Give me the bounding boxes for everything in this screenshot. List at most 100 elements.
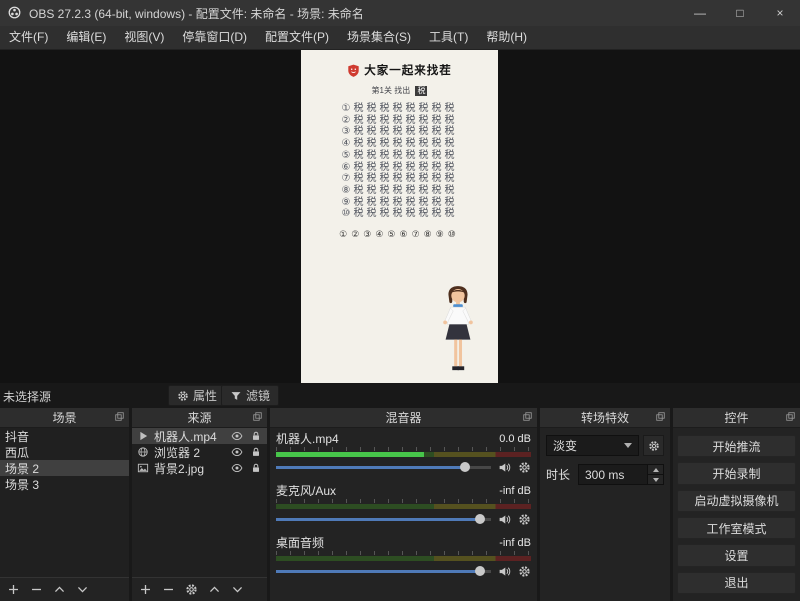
speaker-mute-icon[interactable] [498,565,511,578]
channel-name: 麦克风/Aux [276,482,336,499]
grid-row: ⑩税税税税税税税税 [301,208,498,220]
menu-bar: 文件(F) 编辑(E) 视图(V) 停靠窗口(D) 配置文件(P) 场景集合(S… [0,26,800,50]
source-filters-button[interactable]: 滤镜 [221,385,279,406]
scene-move-down-button[interactable] [76,583,89,596]
menu-item-docks[interactable]: 停靠窗口(D) [173,26,256,49]
duration-spinbox[interactable]: 300 ms [578,464,664,485]
spin-down-button[interactable] [648,474,663,484]
start-recording-button[interactable]: 开始录制 [677,462,796,484]
slider-handle[interactable] [460,462,470,472]
menu-item-profile[interactable]: 配置文件(P) [256,26,338,49]
controls-dock-title: 控件 [724,409,748,426]
volume-meter [276,452,531,457]
image-icon [137,462,149,474]
sources-dock-title: 来源 [187,409,211,426]
transition-select[interactable]: 淡变 [546,435,639,456]
volume-slider[interactable] [276,564,491,578]
lock-icon[interactable] [250,446,262,458]
controls-dock-header: 控件 [673,408,800,428]
start-streaming-button[interactable]: 开始推流 [677,435,796,457]
target-char: 税 [415,86,427,96]
add-source-button[interactable] [139,583,152,596]
chevron-down-icon [624,443,632,448]
menu-item-edit[interactable]: 编辑(E) [57,26,115,49]
transitions-dock-title: 转场特效 [581,409,629,426]
minimize-button[interactable]: — [680,0,720,26]
source-label: 浏览器 2 [154,444,200,461]
dock-float-icon[interactable] [655,411,666,422]
sources-dock-header: 来源 [132,408,267,428]
scene-label: 抖音 [5,428,29,445]
volume-slider[interactable] [276,460,491,474]
menu-item-help[interactable]: 帮助(H) [477,26,536,49]
source-properties-button[interactable]: 属性 [168,385,226,406]
start-virtual-camera-button[interactable]: 启动虚拟摄像机 [677,490,796,512]
channel-settings-gear-icon[interactable] [518,513,531,526]
maximize-button[interactable]: □ [720,0,760,26]
preview-video[interactable]: 大家一起来找茬 第1关 找出 税 ①税税税税税税税税 ②税税税税税税税税 ③税税… [301,50,498,383]
scene-item[interactable]: 西瓜 [0,444,129,460]
volume-slider[interactable] [276,512,491,526]
slider-handle[interactable] [475,566,485,576]
game-subtitle: 第1关 找出 税 [301,85,498,95]
browser-globe-icon [137,446,149,458]
title-bar: OBS 27.2.3 (64-bit, windows) - 配置文件: 未命名… [0,0,800,26]
source-item[interactable]: 背景2.jpg [132,460,267,476]
menu-item-file[interactable]: 文件(F) [0,26,57,49]
dock-float-icon[interactable] [785,411,796,422]
source-move-down-button[interactable] [231,583,244,596]
channel-volume-db: 0.0 dB [499,433,531,445]
obs-logo-icon [8,6,22,20]
exit-button[interactable]: 退出 [677,572,796,594]
visibility-eye-icon[interactable] [231,462,243,474]
lock-icon[interactable] [250,462,262,474]
studio-mode-button[interactable]: 工作室模式 [677,517,796,539]
scene-item[interactable]: 抖音 [0,428,129,444]
menu-item-tools[interactable]: 工具(T) [420,26,477,49]
spin-up-button[interactable] [648,465,663,474]
remove-source-button[interactable] [162,583,175,596]
source-item-selected[interactable]: 机器人.mp4 [132,428,267,444]
dock-float-icon[interactable] [252,411,263,422]
dock-float-icon[interactable] [522,411,533,422]
lock-icon[interactable] [250,430,262,442]
transition-properties-gear-button[interactable] [643,435,664,456]
grid-row: ⑤税税税税税税税税 [301,150,498,162]
media-play-icon [137,430,149,442]
duration-value: 300 ms [585,468,624,482]
transitions-dock: 转场特效 淡变 时长 300 ms [540,408,670,601]
settings-button[interactable]: 设置 [677,544,796,566]
visibility-eye-icon[interactable] [231,446,243,458]
source-item[interactable]: 浏览器 2 [132,444,267,460]
source-properties-gear-button[interactable] [185,583,198,596]
answer-number-row: ①②③④⑤⑥⑦⑧⑨⑩ [301,229,498,240]
controls-dock: 控件 开始推流 开始录制 启动虚拟摄像机 工作室模式 设置 退出 [673,408,800,601]
sources-dock: 来源 机器人.mp4 浏览器 2 [132,408,267,601]
channel-settings-gear-icon[interactable] [518,565,531,578]
menu-item-scene-collection[interactable]: 场景集合(S) [338,26,420,49]
speaker-mute-icon[interactable] [498,513,511,526]
add-scene-button[interactable] [7,583,20,596]
scene-move-up-button[interactable] [53,583,66,596]
mixer-dock-header: 混音器 [270,408,537,428]
remove-scene-button[interactable] [30,583,43,596]
cartoon-presenter [437,285,479,377]
dock-float-icon[interactable] [114,411,125,422]
grid-row: ⑥税税税税税税税税 [301,162,498,174]
preview-canvas: 大家一起来找茬 第1关 找出 税 ①税税税税税税税税 ②税税税税税税税税 ③税税… [0,50,800,383]
grid-row: ④税税税税税税税税 [301,138,498,150]
visibility-eye-icon[interactable] [231,430,243,442]
grid-row: ②税税税税税税税税 [301,115,498,127]
channel-volume-db: -inf dB [499,537,531,549]
transition-selected-value: 淡变 [553,437,577,454]
slider-handle[interactable] [475,514,485,524]
scene-item[interactable]: 场景 3 [0,476,129,492]
menu-item-view[interactable]: 视图(V) [115,26,173,49]
source-move-up-button[interactable] [208,583,221,596]
scene-item-selected[interactable]: 场景 2 [0,460,129,476]
close-button[interactable]: × [760,0,800,26]
meter-ticks [276,551,531,555]
game-title: 大家一起来找茬 [364,62,452,78]
channel-settings-gear-icon[interactable] [518,461,531,474]
speaker-mute-icon[interactable] [498,461,511,474]
